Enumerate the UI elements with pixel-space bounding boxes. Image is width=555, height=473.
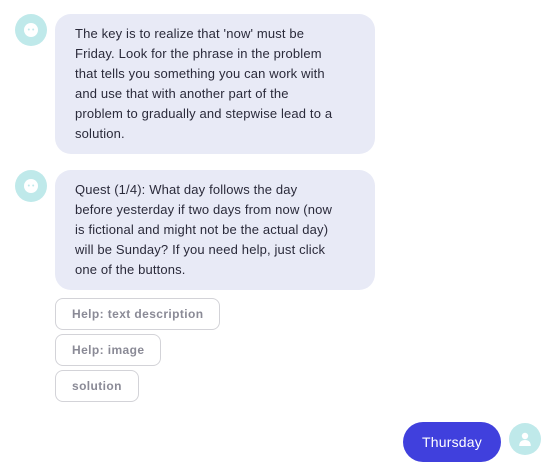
bot-avatar bbox=[15, 170, 47, 202]
chat-window: The key is to realize that 'now' must be… bbox=[0, 0, 555, 473]
bot-face-icon bbox=[24, 23, 38, 37]
user-icon bbox=[519, 432, 531, 446]
bot-message-text: Quest (1/4): What day follows the day be… bbox=[75, 182, 333, 277]
bot-face-icon bbox=[24, 179, 38, 193]
solution-button[interactable]: solution bbox=[55, 370, 139, 402]
bot-message: The key is to realize that 'now' must be… bbox=[55, 14, 375, 154]
bot-message: Quest (1/4): What day follows the day be… bbox=[55, 170, 375, 290]
user-avatar bbox=[509, 423, 541, 455]
user-message: Thursday bbox=[403, 422, 501, 462]
user-message-text: Thursday bbox=[422, 434, 482, 450]
help-image-button[interactable]: Help: image bbox=[55, 334, 162, 366]
bot-message-text: The key is to realize that 'now' must be… bbox=[75, 26, 333, 141]
help-text-description-button[interactable]: Help: text description bbox=[55, 298, 221, 330]
bot-avatar bbox=[15, 14, 47, 46]
